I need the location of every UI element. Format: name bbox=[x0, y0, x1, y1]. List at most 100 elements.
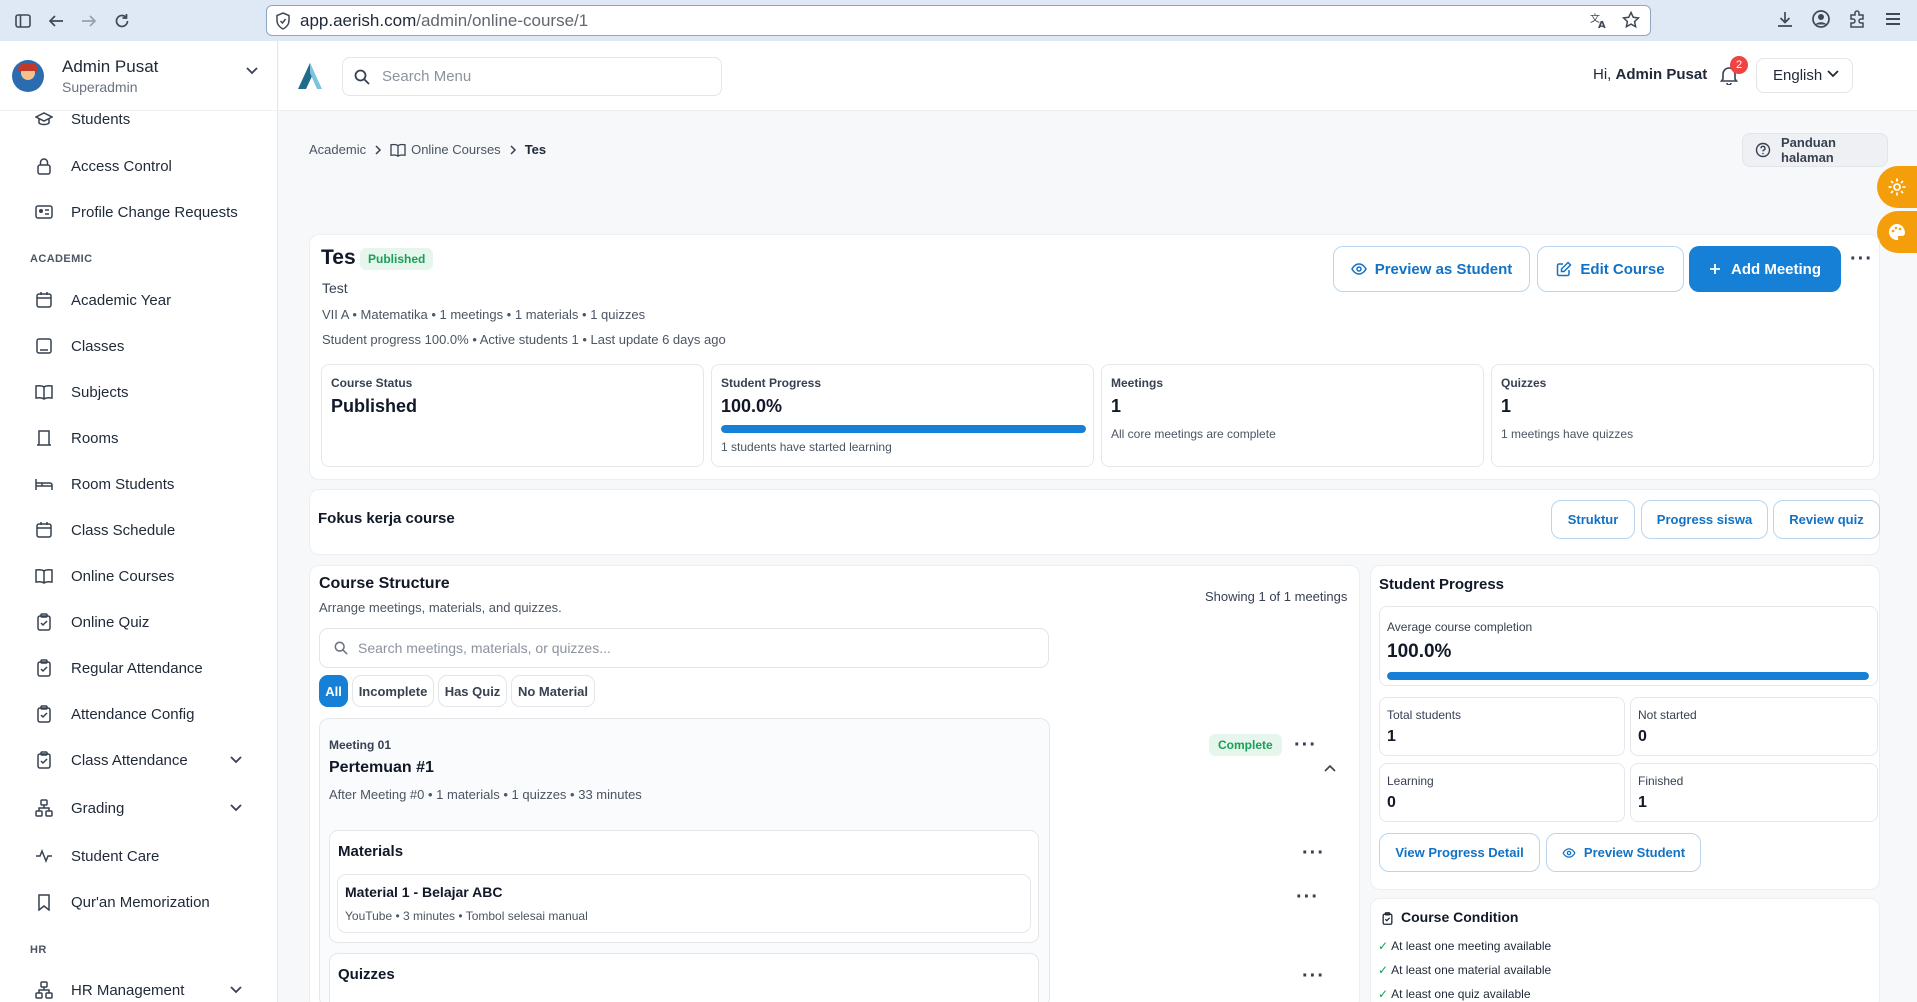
view-progress-detail-button[interactable]: View Progress Detail bbox=[1379, 833, 1540, 872]
meeting-more-icon[interactable]: ··· bbox=[1294, 735, 1317, 755]
search-icon bbox=[354, 69, 370, 85]
more-options-icon[interactable]: ··· bbox=[1850, 249, 1873, 269]
review-quiz-tab-button[interactable]: Review quiz bbox=[1773, 500, 1880, 539]
meeting-meta: After Meeting #0 • 1 materials • 1 quizz… bbox=[329, 787, 642, 802]
chevron-down-icon bbox=[229, 985, 243, 995]
chevron-down-icon[interactable] bbox=[245, 66, 259, 76]
search-icon bbox=[334, 641, 348, 655]
graduation-cap-icon bbox=[35, 110, 53, 128]
chevron-down-icon bbox=[229, 755, 243, 765]
sidebar-item-class-schedule[interactable]: Class Schedule bbox=[0, 510, 277, 550]
translate-icon[interactable]: 文A bbox=[1590, 11, 1608, 29]
structure-search-input[interactable]: Search meetings, materials, or quizzes..… bbox=[319, 628, 1049, 668]
material-more-icon[interactable]: ··· bbox=[1296, 887, 1319, 907]
sidebar-item-online-quiz[interactable]: Online Quiz bbox=[0, 602, 277, 642]
sidebar-item-class-attendance[interactable]: Class Attendance bbox=[0, 740, 277, 780]
sidebar-item-label: Qur'an Memorization bbox=[71, 893, 210, 911]
sidebar-item-grading[interactable]: Grading bbox=[0, 788, 277, 828]
filter-all[interactable]: All bbox=[319, 675, 348, 707]
theme-float-button[interactable] bbox=[1877, 211, 1917, 253]
sidebar-toggle-icon[interactable] bbox=[12, 10, 34, 32]
box-label: Not started bbox=[1638, 708, 1697, 722]
language-label: English bbox=[1773, 67, 1823, 84]
sidebar-item-academic-year[interactable]: Academic Year bbox=[0, 280, 277, 320]
help-circle-icon bbox=[1755, 142, 1771, 158]
sidebar-item-subjects[interactable]: Subjects bbox=[0, 372, 277, 412]
app-logo-icon[interactable] bbox=[295, 61, 325, 91]
bookmark-star-icon[interactable] bbox=[1622, 11, 1640, 29]
breadcrumb: Academic Online Courses Tes bbox=[309, 142, 546, 157]
sidebar-item-label: Regular Attendance bbox=[71, 659, 203, 677]
sidebar-item-label: Online Quiz bbox=[71, 613, 150, 631]
course-progress-summary: Student progress 100.0% • Active student… bbox=[322, 332, 726, 347]
sidebar-item-profile-change-requests[interactable]: Profile Change Requests bbox=[0, 192, 277, 232]
sidebar-item-students[interactable]: Students bbox=[0, 99, 277, 139]
condition-item: ✓ At least one material available bbox=[1378, 963, 1552, 977]
breadcrumb-online-courses[interactable]: Online Courses bbox=[411, 142, 501, 157]
sidebar-item-attendance-config[interactable]: Attendance Config bbox=[0, 694, 277, 734]
check-icon: ✓ bbox=[1378, 987, 1389, 1001]
page-guide-button[interactable]: Panduan halaman bbox=[1742, 133, 1888, 167]
progress-tab-button[interactable]: Progress siswa bbox=[1641, 500, 1768, 539]
course-meta: VII A • Matematika • 1 meetings • 1 mate… bbox=[322, 307, 646, 322]
preview-student-button[interactable]: Preview Student bbox=[1546, 833, 1701, 872]
settings-float-button[interactable] bbox=[1877, 166, 1917, 208]
profile-role: Superadmin bbox=[62, 78, 138, 95]
average-completion-value: 100.0% bbox=[1387, 641, 1452, 662]
forward-icon[interactable] bbox=[78, 10, 100, 32]
sidebar-item-rooms[interactable]: Rooms bbox=[0, 418, 277, 458]
reload-icon[interactable] bbox=[111, 10, 133, 32]
id-card-icon bbox=[35, 203, 53, 221]
average-completion-label: Average course completion bbox=[1387, 620, 1533, 634]
condition-item: ✓ At least one quiz available bbox=[1378, 987, 1531, 1001]
material-title: Material 1 - Belajar ABC bbox=[345, 884, 503, 900]
edit-course-button[interactable]: Edit Course bbox=[1537, 246, 1684, 292]
sidebar-item-access-control[interactable]: Access Control bbox=[0, 146, 277, 186]
stat-note: 1 students have started learning bbox=[721, 440, 892, 454]
box-value: 1 bbox=[1387, 728, 1396, 745]
extensions-icon[interactable] bbox=[1847, 9, 1867, 29]
filter-has-quiz[interactable]: Has Quiz bbox=[438, 675, 507, 707]
materials-more-icon[interactable]: ··· bbox=[1302, 843, 1325, 863]
material-item[interactable] bbox=[337, 874, 1031, 933]
site-info-icon[interactable] bbox=[275, 11, 291, 30]
stat-student-progress: Student Progress 100.0% 1 students have … bbox=[711, 364, 1094, 467]
browser-toolbar: app.aerish.com/admin/online-course/1 文A bbox=[0, 0, 1917, 41]
door-icon bbox=[35, 429, 53, 447]
gear-icon bbox=[1887, 177, 1907, 197]
menu-icon[interactable] bbox=[1883, 9, 1903, 29]
svg-text:A: A bbox=[1598, 20, 1606, 29]
menu-search-input[interactable]: Search Menu bbox=[342, 57, 722, 96]
box-label: Total students bbox=[1387, 708, 1462, 722]
address-bar[interactable]: app.aerish.com/admin/online-course/1 文A bbox=[266, 5, 1651, 36]
sidebar-item-quran-memorization[interactable]: Qur'an Memorization bbox=[0, 882, 277, 922]
sidebar-item-online-courses[interactable]: Online Courses bbox=[0, 556, 277, 596]
sidebar-item-classes[interactable]: Classes bbox=[0, 326, 277, 366]
sidebar-item-room-students[interactable]: Room Students bbox=[0, 464, 277, 504]
sidebar-item-regular-attendance[interactable]: Regular Attendance bbox=[0, 648, 277, 688]
sidebar-item-student-care[interactable]: Student Care bbox=[0, 836, 277, 876]
download-icon[interactable] bbox=[1775, 9, 1795, 29]
chevron-down-icon bbox=[229, 803, 243, 813]
back-icon[interactable] bbox=[45, 10, 67, 32]
sidebar-item-hr-management[interactable]: HR Management bbox=[0, 970, 277, 1002]
filter-incomplete[interactable]: Incomplete bbox=[352, 675, 434, 707]
structure-tab-button[interactable]: Struktur bbox=[1551, 500, 1635, 539]
add-meeting-button[interactable]: Add Meeting bbox=[1689, 246, 1841, 292]
filter-no-material[interactable]: No Material bbox=[511, 675, 595, 707]
chevron-up-icon[interactable] bbox=[1323, 763, 1337, 773]
stat-note: 1 meetings have quizzes bbox=[1501, 427, 1634, 441]
quizzes-more-icon[interactable]: ··· bbox=[1302, 966, 1325, 986]
sidebar-item-label: Grading bbox=[71, 799, 125, 817]
account-icon[interactable] bbox=[1811, 9, 1831, 29]
preview-as-student-button[interactable]: Preview as Student bbox=[1333, 246, 1530, 292]
network-icon bbox=[35, 799, 53, 817]
clipboard-icon bbox=[35, 751, 53, 769]
student-progress-bar bbox=[721, 425, 1086, 433]
breadcrumb-academic[interactable]: Academic bbox=[309, 142, 366, 157]
meeting-title: Pertemuan #1 bbox=[329, 759, 434, 776]
bed-icon bbox=[35, 475, 53, 493]
greeting: Hi, Admin Pusat bbox=[1593, 66, 1708, 83]
stat-label: Quizzes bbox=[1501, 376, 1547, 390]
language-select[interactable]: English bbox=[1756, 58, 1853, 93]
